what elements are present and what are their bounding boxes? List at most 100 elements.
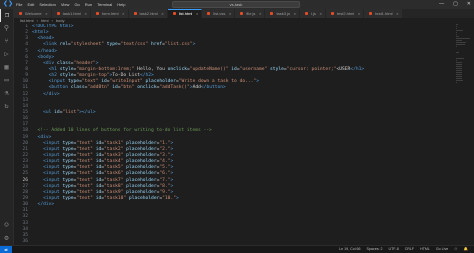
- minimap-line: [456, 46, 457, 47]
- minimap-line: [456, 66, 462, 67]
- minimap-line: [456, 34, 457, 35]
- file-type-icon: [207, 12, 211, 16]
- minimap-line: [456, 76, 462, 77]
- menu-item-edit[interactable]: Edit: [27, 2, 34, 7]
- tab-task2-html[interactable]: task2.html ×: [128, 9, 168, 18]
- minimap-line: [456, 80, 463, 81]
- file-type-icon: [330, 12, 334, 16]
- tab-test2-html[interactable]: test2.html ×: [325, 9, 365, 18]
- tab-label: l.js: [311, 11, 316, 16]
- testing-icon[interactable]: ⚗: [0, 87, 13, 100]
- tab-label: Welcome: [25, 11, 42, 16]
- settings-gear-icon[interactable]: ⚙: [0, 232, 13, 245]
- tab-l-js[interactable]: l.js ×: [300, 9, 326, 18]
- close-tab-icon[interactable]: ×: [122, 9, 124, 18]
- minimap-line: [456, 68, 462, 69]
- minimap-line: [456, 72, 462, 73]
- minimap-line: [456, 60, 457, 61]
- tab-file-js[interactable]: file.js ×: [235, 9, 266, 18]
- menu-item-view[interactable]: View: [61, 2, 70, 7]
- code-text: </div>: [37, 202, 55, 208]
- minimap-line: [456, 82, 457, 83]
- tab-label: test2.html: [336, 11, 355, 16]
- tab-task3-js[interactable]: task3.js ×: [265, 9, 300, 18]
- maximize-button[interactable]: ▢: [453, 0, 458, 9]
- minimap-line: [456, 52, 459, 53]
- menu-item-help[interactable]: Help: [117, 2, 125, 7]
- code-text: <!-- Added 10 lines of buttons for writi…: [37, 128, 212, 134]
- menu-item-file[interactable]: File: [16, 2, 22, 7]
- tab-label: task2.html: [139, 11, 158, 16]
- run-debug-icon[interactable]: ▷: [0, 48, 13, 61]
- menu-item-go[interactable]: Go: [74, 2, 79, 7]
- minimap-line: [456, 28, 457, 29]
- minimap-line: [456, 30, 463, 31]
- file-type-icon: [133, 12, 137, 16]
- command-center-search[interactable]: vs-task: [172, 1, 300, 8]
- menu-bar: File Edit Selection View Go Run Terminal Help: [16, 2, 125, 7]
- menu-item-selection[interactable]: Selection: [39, 2, 55, 7]
- code-text: <button class="addBtn" id="btn" onclick=…: [48, 85, 226, 91]
- tab-task1-html[interactable]: task1.html ×: [51, 9, 91, 18]
- minimap-line: [456, 64, 462, 65]
- extensions-icon[interactable]: ▦: [0, 61, 13, 74]
- close-button[interactable]: ✕: [467, 0, 471, 9]
- account-icon[interactable]: ☺: [0, 219, 13, 232]
- menu-item-run[interactable]: Run: [85, 2, 92, 7]
- tab-test1-html[interactable]: test1.html ×: [364, 9, 403, 18]
- minimap[interactable]: [456, 24, 470, 114]
- close-tab-icon[interactable]: ×: [396, 9, 398, 18]
- minimize-button[interactable]: —: [439, 0, 444, 9]
- minimap-line: [456, 58, 464, 59]
- explorer-icon[interactable]: ❐: [0, 9, 13, 22]
- close-tab-icon[interactable]: ×: [85, 9, 87, 18]
- code-text: <ul id="list"></ul>: [43, 109, 96, 115]
- minimap-line: [456, 40, 462, 41]
- minimap-line: [456, 36, 459, 37]
- tab-label: test1.html: [375, 11, 393, 16]
- tab-list-css[interactable]: list.css ×: [202, 9, 236, 18]
- title-bar: ❮❯ File Edit Selection View Go Run Terminal Hel…: [0, 0, 474, 9]
- minimap-line: [456, 44, 465, 45]
- minimap-line: [456, 42, 466, 43]
- close-tab-icon[interactable]: ×: [358, 9, 360, 18]
- file-type-icon: [19, 12, 22, 16]
- minimap-line: [456, 70, 462, 71]
- search-icon[interactable]: ⚲: [0, 22, 13, 35]
- close-tab-icon[interactable]: ×: [294, 9, 296, 18]
- close-tab-icon[interactable]: ×: [259, 9, 261, 18]
- file-type-icon: [305, 12, 308, 16]
- remote-explorer-icon[interactable]: ▭: [0, 74, 13, 87]
- minimap-line: [456, 74, 462, 75]
- tab-form-html[interactable]: form.html ×: [90, 9, 129, 18]
- file-type-icon: [95, 12, 99, 16]
- file-type-icon: [369, 12, 373, 16]
- source-control-icon[interactable]: ⑂: [0, 35, 13, 48]
- close-tab-icon[interactable]: ×: [196, 10, 198, 18]
- tab-label: task1.html: [62, 11, 81, 16]
- tab-label: list.css: [213, 11, 226, 16]
- minimap-line: [456, 32, 457, 33]
- minimap-line: [456, 38, 470, 39]
- tab-welcome[interactable]: Welcome ×: [14, 9, 52, 18]
- file-type-icon: [56, 12, 60, 16]
- code-text: </div>: [43, 91, 60, 97]
- close-tab-icon[interactable]: ×: [45, 9, 47, 18]
- editor-tabs: Welcome × task1.html × form.html × task2.html ×…: [14, 9, 474, 18]
- live-share-icon[interactable]: ↻: [0, 100, 13, 113]
- minimap-line: [456, 26, 457, 27]
- tab-label: form.html: [101, 11, 119, 16]
- file-type-icon: [172, 12, 176, 16]
- minimap-line: [456, 62, 462, 63]
- tab-label: file.js: [246, 11, 256, 16]
- tab-list-html[interactable]: list.html ×: [167, 9, 203, 18]
- file-type-icon: [270, 12, 274, 16]
- vscode-logo-icon: ❮❯: [3, 1, 14, 7]
- activity-bar: ❐ ⚲ ⑂ ▷ ▦ ▭ ⚗ ↻ ☺ ⚙: [0, 9, 14, 245]
- file-type-icon: [240, 12, 244, 16]
- close-tab-icon[interactable]: ×: [161, 9, 163, 18]
- close-tab-icon[interactable]: ×: [320, 9, 322, 18]
- code-editor[interactable]: 1 <!DOCTYPE html> 2 <html> 3 <head> 4 <link r…: [14, 24, 456, 245]
- close-tab-icon[interactable]: ×: [229, 9, 231, 18]
- menu-item-terminal[interactable]: Terminal: [97, 2, 112, 7]
